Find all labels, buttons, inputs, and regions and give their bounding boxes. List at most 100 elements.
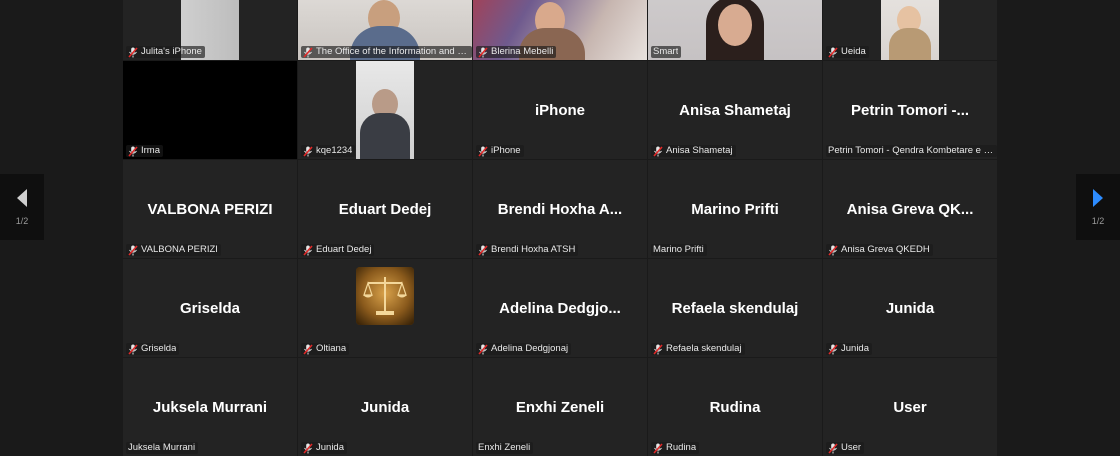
participant-tile[interactable]: Griselda Griselda (123, 259, 297, 357)
mic-muted-icon (653, 442, 663, 454)
participant-tile[interactable]: Petrin Tomori -... Petrin Tomori - Qendr… (823, 61, 997, 159)
participant-tile[interactable]: kqe1234 (298, 61, 472, 159)
participant-label: Smart (651, 46, 682, 58)
participant-tile[interactable]: Julita's iPhone (123, 0, 297, 60)
participant-display-name: Petrin Tomori -... (850, 102, 970, 119)
participant-name: Oltiana (316, 343, 347, 354)
participant-label: Refaela skendulaj (651, 343, 745, 355)
participant-tile[interactable]: VALBONA PERIZI VALBONA PERIZI (123, 160, 297, 258)
profile-picture (356, 267, 414, 325)
mic-muted-icon (303, 244, 313, 256)
participant-label: Anisa Shametaj (651, 145, 736, 157)
mic-muted-icon (478, 244, 488, 256)
participant-label: Blerina Mebelli (476, 46, 557, 58)
participant-tile-active-speaker[interactable]: Smart (648, 0, 822, 60)
participant-tile[interactable]: Anisa Shametaj Anisa Shametaj (648, 61, 822, 159)
participant-display-name: Griselda (179, 300, 241, 317)
participant-name: Smart (653, 46, 679, 57)
participant-label: VALBONA PERIZI (126, 244, 221, 256)
page-indicator: 1/2 (1091, 216, 1105, 226)
participant-label: Enxhi Zeneli (476, 442, 534, 454)
participant-tile[interactable]: iPhone iPhone (473, 61, 647, 159)
participant-label: Junida (826, 343, 872, 355)
chevron-right-icon (1093, 189, 1103, 207)
page-indicator: 1/2 (15, 216, 29, 226)
participant-name: Marino Prifti (653, 244, 704, 255)
mic-muted-icon (303, 145, 313, 157)
chevron-left-icon (17, 189, 27, 207)
participant-name: Enxhi Zeneli (478, 442, 531, 453)
participant-label: Eduart Dedej (301, 244, 375, 256)
participant-tile[interactable]: The Office of the Information and Dat... (298, 0, 472, 60)
participant-name: Refaela skendulaj (666, 343, 742, 354)
participant-label: Julita's iPhone (126, 46, 205, 58)
participant-tile[interactable]: Anisa Greva QK... Anisa Greva QKEDH (823, 160, 997, 258)
participant-display-name: Refaela skendulaj (671, 300, 799, 317)
mic-muted-icon (303, 46, 313, 58)
participant-tile[interactable]: Blerina Mebelli (473, 0, 647, 60)
participant-label: iPhone (476, 145, 524, 157)
participant-tile[interactable]: Junida Junida (298, 358, 472, 456)
participant-display-name: Anisa Greva QK... (846, 201, 974, 218)
participant-name: Anisa Shametaj (666, 145, 733, 156)
participant-tile[interactable]: Rudina Rudina (648, 358, 822, 456)
participant-label: kqe1234 (301, 145, 356, 157)
participant-name: Juksela Murrani (128, 442, 196, 453)
participant-tile[interactable]: Enxhi Zeneli Enxhi Zeneli (473, 358, 647, 456)
participant-tile[interactable]: Marino Prifti Marino Prifti (648, 160, 822, 258)
mic-muted-icon (828, 46, 838, 58)
justice-scales-icon (356, 267, 414, 325)
participant-tile[interactable]: Brendi Hoxha A... Brendi Hoxha ATSH (473, 160, 647, 258)
participant-label: Oltiana (301, 343, 350, 355)
next-page-button[interactable]: 1/2 (1076, 174, 1120, 240)
mic-muted-icon (478, 46, 488, 58)
participant-name: VALBONA PERIZI (141, 244, 218, 255)
participant-display-name: Junida (885, 300, 935, 317)
participant-display-name: Eduart Dedej (338, 201, 432, 218)
participant-display-name: Enxhi Zeneli (515, 399, 605, 416)
mic-muted-icon (828, 343, 838, 355)
participant-name: Rudina (666, 442, 697, 453)
participant-display-name: Brendi Hoxha A... (497, 201, 623, 218)
participant-label: Juksela Murrani (126, 442, 199, 454)
participant-label: Petrin Tomori - Qendra Kombetare e Biz..… (826, 145, 997, 157)
participant-label: Griselda (126, 343, 180, 355)
participant-display-name: Juksela Murrani (152, 399, 268, 416)
mic-muted-icon (128, 46, 138, 58)
participant-display-name: Marino Prifti (691, 201, 779, 218)
participant-label: Anisa Greva QKEDH (826, 244, 933, 256)
previous-page-button[interactable]: 1/2 (0, 174, 44, 240)
participant-tile[interactable]: Adelina Dedgjo... Adelina Dedgjonaj (473, 259, 647, 357)
participant-name: iPhone (491, 145, 521, 156)
participant-name: Junida (316, 442, 344, 453)
participant-label: Irma (126, 145, 163, 157)
participant-tile[interactable]: Junida Junida (823, 259, 997, 357)
participant-tile[interactable]: Eduart Dedej Eduart Dedej (298, 160, 472, 258)
participant-tile[interactable]: Oltiana (298, 259, 472, 357)
participant-tile[interactable]: Irma (123, 61, 297, 159)
participant-label: Junida (301, 442, 347, 454)
participant-video (881, 0, 939, 60)
participant-tile[interactable]: Ueida (823, 0, 997, 60)
participant-tile[interactable]: Refaela skendulaj Refaela skendulaj (648, 259, 822, 357)
participant-name: The Office of the Information and Dat... (316, 46, 469, 57)
participant-tile[interactable]: Juksela Murrani Juksela Murrani (123, 358, 297, 456)
participant-label: Rudina (651, 442, 700, 454)
participant-name: Adelina Dedgjonaj (491, 343, 569, 354)
mic-muted-icon (828, 244, 838, 256)
mic-muted-icon (303, 442, 313, 454)
participant-display-name: Rudina (709, 399, 761, 416)
participant-video (356, 61, 414, 159)
participant-gallery: Julita's iPhone The Office of the Inform… (123, 0, 997, 456)
mic-muted-icon (653, 145, 663, 157)
participant-display-name: VALBONA PERIZI (147, 201, 273, 218)
mic-muted-icon (828, 442, 838, 454)
participant-label: Ueida (826, 46, 869, 58)
participant-tile[interactable]: User User (823, 358, 997, 456)
mic-muted-icon (128, 343, 138, 355)
mic-muted-icon (478, 343, 488, 355)
participant-name: Ueida (841, 46, 866, 57)
participant-display-name: User (893, 399, 927, 416)
participant-label: Adelina Dedgjonaj (476, 343, 572, 355)
participant-display-name: Adelina Dedgjo... (499, 300, 621, 317)
